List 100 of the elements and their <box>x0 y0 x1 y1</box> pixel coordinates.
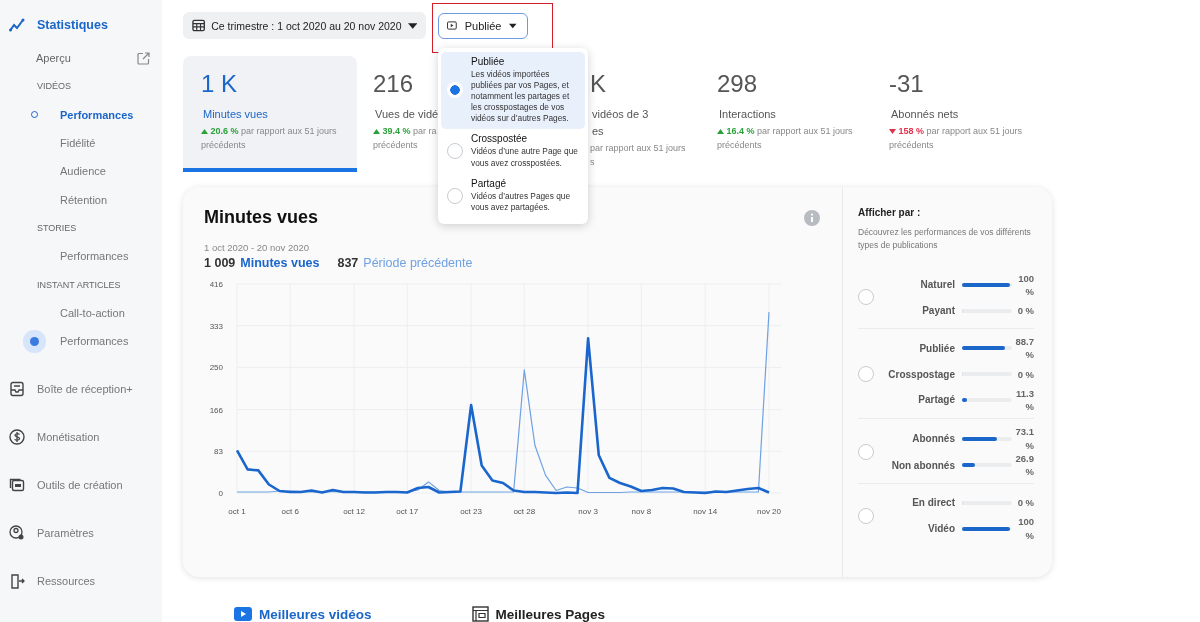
sidebar-link[interactable]: Aperçu <box>36 52 71 65</box>
exit-door-icon[interactable] <box>9 573 25 590</box>
change-note: précédents <box>201 140 246 150</box>
change-note: précédents <box>717 140 762 150</box>
axis-tick-label: 333 <box>209 321 223 331</box>
radio-button[interactable] <box>447 81 463 98</box>
change-note: s <box>590 157 595 167</box>
change-percent: 20.6 % <box>210 126 239 136</box>
change-percent: 16.4 % <box>726 126 755 136</box>
breakdown-label: Crosspostage <box>887 368 956 380</box>
legend-label: Période précédente <box>363 256 473 270</box>
total-value: 1 009 <box>204 256 236 270</box>
sidebar-title: Statistiques <box>37 18 108 32</box>
selected-stat-tab[interactable]: 1 K Minutes vues 20.6 % par rapport aux 51 jours précédents <box>183 56 357 172</box>
stat-label: Interactions <box>718 107 776 122</box>
radio-button[interactable] <box>447 143 463 160</box>
nav-item[interactable]: Boîte de réception+ <box>37 383 133 396</box>
breakdown-label: Payant <box>921 305 956 317</box>
media-icon[interactable] <box>9 477 25 494</box>
total-value: 837 <box>337 256 359 270</box>
menu-option[interactable]: Publiée Les vidéos importées publiées par vos Pages, et notamment les partages et les crosspostages de vos vidéos sur d’autres Pages. <box>441 51 585 130</box>
change-percent: 39.4 % <box>382 126 411 136</box>
sidebar-item[interactable]: Rétention <box>60 193 108 206</box>
percent-value: 0 % <box>1016 303 1034 318</box>
option-description: Les vidéos importées publiées par vos Pages, et notamment les partages et les crosspostages de vos vidéos sur d’autres Pages. <box>471 68 571 125</box>
option-label: Crosspostée <box>471 133 529 145</box>
axis-tick-label: oct 12 <box>343 507 365 516</box>
sidebar-item[interactable]: Call-to-action <box>60 306 125 319</box>
page-layout-icon <box>471 606 489 622</box>
stat-value: K <box>590 70 606 99</box>
sidebar-item[interactable]: Performances <box>60 250 129 263</box>
panel-description: Découvrez les performances de vos différents types de publications <box>858 226 1032 252</box>
caret-icon <box>407 22 417 29</box>
chart-title: Minutes vues <box>204 207 319 228</box>
panel-title: Afficher par : <box>858 207 922 218</box>
sidebar-item[interactable]: Performances <box>60 108 134 121</box>
change-note: par rapport aux 51 jours <box>926 126 1023 136</box>
video-icon <box>447 20 457 31</box>
caret-icon <box>509 22 517 29</box>
option-label: Publiée <box>471 55 506 67</box>
date-range-dropdown[interactable]: Ce trimestre : 1 oct 2020 au 20 nov 2020 <box>183 12 426 39</box>
user-settings-icon[interactable] <box>9 525 25 542</box>
info-icon[interactable] <box>804 209 820 226</box>
stat-label: vidéos de 3 <box>591 107 649 122</box>
section-title[interactable]: Meilleures vidéos <box>259 606 372 622</box>
section-heading: INSTANT ARTICLES <box>37 279 121 290</box>
menu-option[interactable]: Crosspostée Vidéos d’une autre Page que vous avez crosspostées. <box>441 129 585 174</box>
calendar-icon <box>192 19 206 32</box>
stat-label: Abonnés nets <box>890 107 959 122</box>
axis-tick-label: 416 <box>209 280 223 289</box>
radio-button[interactable] <box>447 187 463 204</box>
date-period: 1 oct 2020 - 20 nov 2020 <box>204 242 311 253</box>
percent-value: 100 % <box>1017 271 1034 299</box>
nav-item[interactable]: Ressources <box>37 575 96 588</box>
change-note: par rapport aux 51 jours <box>757 126 853 136</box>
change-note: précédents <box>889 140 934 150</box>
percent-value: 88.7 % <box>1014 335 1034 362</box>
radio-button[interactable] <box>858 366 874 383</box>
breakdown-label: Abonnés <box>911 433 956 445</box>
section-title[interactable]: Meilleures Pages <box>495 606 606 622</box>
stat-value: -31 <box>889 70 924 99</box>
option-description: Vidéos d’une autre Page que vous avez crosspostées. <box>471 146 579 169</box>
stat-label: Vues de vidé <box>374 107 439 122</box>
breakdown-label: Vidéo <box>926 523 956 535</box>
axis-tick-label: oct 23 <box>460 507 482 516</box>
external-link-icon[interactable] <box>137 51 150 65</box>
sidebar-item[interactable]: Audience <box>60 165 106 178</box>
radio-button[interactable] <box>858 443 874 460</box>
nav-item[interactable]: Paramètres <box>37 527 94 540</box>
stat-value: 298 <box>717 70 758 99</box>
percent-value: 11.3 % <box>1015 386 1034 414</box>
axis-tick-label: nov 3 <box>578 507 598 516</box>
axis-tick-label: nov 20 <box>757 507 781 516</box>
percent-value: 100 % <box>1017 515 1034 543</box>
breakdown-label: Publiée <box>918 342 956 354</box>
nav-item[interactable]: Outils de création <box>37 479 123 492</box>
nav-item[interactable]: Monétisation <box>37 431 100 444</box>
percent-value: 73.1 % <box>1014 425 1034 452</box>
change-note: par ra <box>413 126 437 136</box>
dollar-icon[interactable] <box>9 429 25 446</box>
option-description: Vidéos d’autres Pages que vous avez partagées. <box>471 190 572 214</box>
percent-value: 0 % <box>1016 367 1034 381</box>
stat-label: Minutes vues <box>202 107 268 122</box>
option-label: Partagé <box>471 177 508 189</box>
radio-button[interactable] <box>858 289 874 306</box>
inbox-icon[interactable] <box>9 381 25 398</box>
axis-tick-label: nov 8 <box>631 507 652 516</box>
change-note: par rapport aux 51 jours <box>241 126 337 136</box>
line-chart-icon <box>9 18 25 32</box>
section-heading: STORIES <box>37 222 77 233</box>
axis-tick-label: oct 17 <box>396 507 419 516</box>
legend-label: Minutes vues <box>240 256 320 270</box>
menu-option[interactable]: Partagé Vidéos d’autres Pages que vous avez partagées. <box>441 173 585 219</box>
sidebar-item[interactable]: Performances <box>60 335 129 348</box>
sidebar-item[interactable]: Fidélité <box>60 137 96 150</box>
breakdown-label: Naturel <box>919 279 956 291</box>
axis-tick-label: 166 <box>209 405 223 415</box>
breakdown-label: Non abonnés <box>890 459 956 471</box>
type-dropdown[interactable]: Publiée <box>438 12 528 39</box>
radio-button[interactable] <box>858 508 874 525</box>
